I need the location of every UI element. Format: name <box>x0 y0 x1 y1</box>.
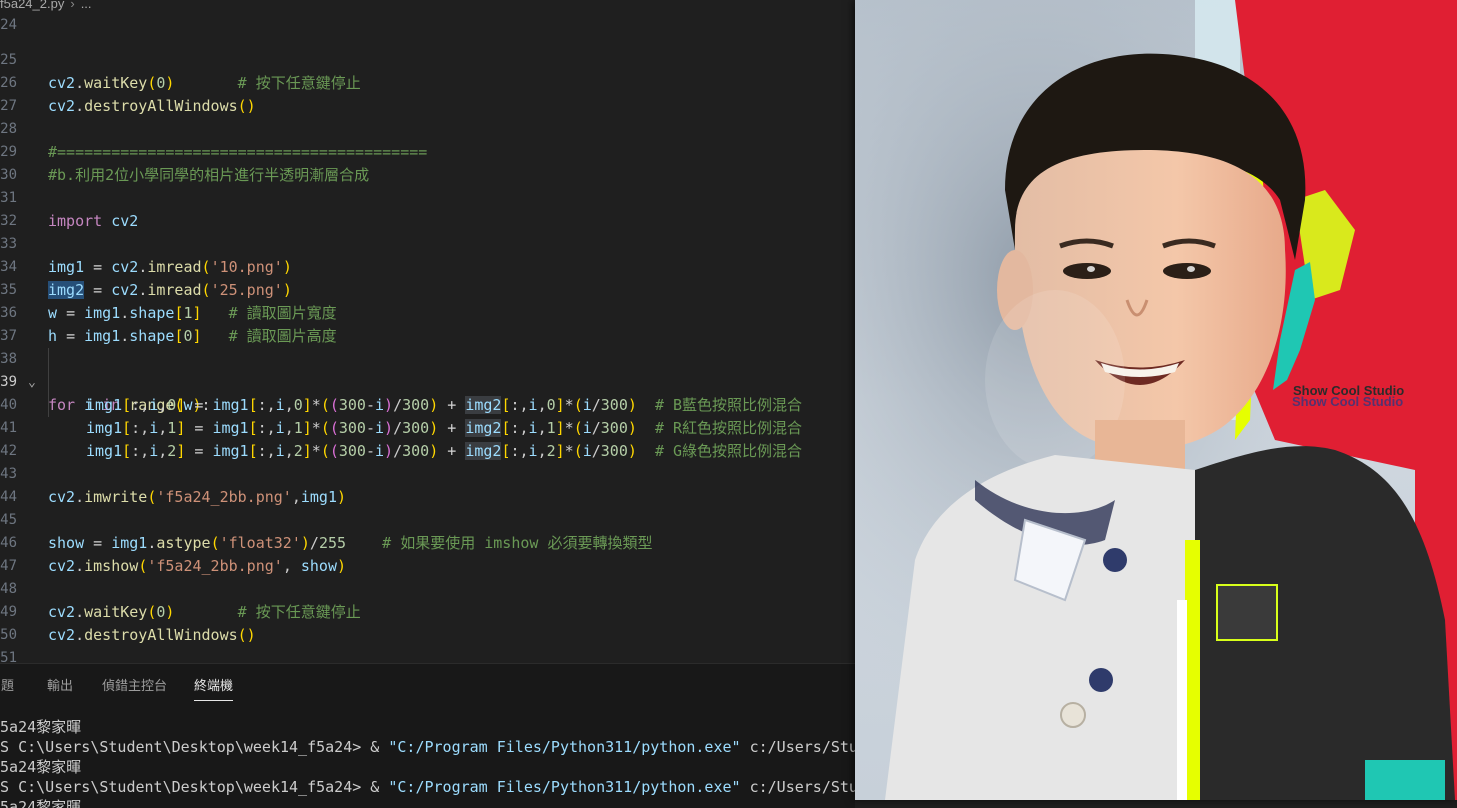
code-line[interactable]: 45 show = img1.astype('float32')/255 # 如… <box>0 486 855 552</box>
code-line[interactable]: 46 cv2.imshow('f5a24_2bb.png', show) <box>0 509 855 575</box>
code-line[interactable]: 30 <box>0 141 855 183</box>
code-line[interactable]: 38 ⌄ for i in range(w): <box>0 325 855 414</box>
tab-debug-console[interactable]: 偵錯主控台 <box>102 676 167 700</box>
code-line[interactable]: 48 cv2.waitKey(0) # 按下任意鍵停止 <box>0 555 855 621</box>
code-line[interactable]: 35 w = img1.shape[1] # 讀取圖片寬度 <box>0 256 855 322</box>
code-line[interactable]: 44 <box>0 463 855 505</box>
code-area[interactable]: 24 25 cv2.waitKey(0) # 按下任意鍵停止 26 cv2.de… <box>0 0 855 663</box>
chevron-right-icon: › <box>70 0 75 11</box>
tab-problems[interactable]: 問題 <box>0 676 14 700</box>
code-line[interactable]: 50 <box>0 601 855 643</box>
code-editor[interactable]: 24 25 cv2.waitKey(0) # 按下任意鍵停止 26 cv2.de… <box>0 0 855 663</box>
breadcrumb: f5a24_2.py ›... <box>0 0 855 14</box>
breadcrumb-more[interactable]: ... <box>81 0 92 11</box>
code-line[interactable]: 39 img1[:,i,0] = img1[:,i,0]*((300-i)/30… <box>0 348 855 414</box>
terminal-line[interactable]: f5a24黎家暉 <box>0 797 81 808</box>
terminal-line[interactable]: f5a24黎家暉 <box>0 757 81 777</box>
code-line[interactable]: 32 <box>0 187 855 229</box>
code-line[interactable]: 36 h = img1.shape[0] # 讀取圖片高度 <box>0 279 855 345</box>
code-line[interactable]: 40 img1[:,i,1] = img1[:,i,1]*((300-i)/30… <box>0 371 855 437</box>
terminal-line[interactable]: PS C:\Users\Student\Desktop\week14_f5a24… <box>0 777 855 797</box>
terminal-line[interactable]: PS C:\Users\Student\Desktop\week14_f5a24… <box>0 737 855 757</box>
code-line[interactable]: 51 <box>0 624 855 663</box>
imshow-window[interactable]: Show Cool Studio Show Cool Studio <box>855 0 1457 800</box>
terminal-line[interactable]: f5a24黎家暉 <box>0 717 81 737</box>
code-line[interactable]: 34 img2 = cv2.imread('25.png') <box>0 233 855 299</box>
code-line[interactable]: 52 <box>0 647 855 663</box>
code-line[interactable]: 28 #====================================… <box>0 95 855 161</box>
code-line[interactable]: 37 <box>0 302 855 344</box>
code-line[interactable]: 47 <box>0 532 855 574</box>
tab-output[interactable]: 輸出 <box>47 676 73 700</box>
code-line[interactable]: 25 cv2.waitKey(0) # 按下任意鍵停止 <box>0 26 855 92</box>
indent-guide <box>48 348 49 417</box>
watermark-text: Show Cool Studio <box>1292 394 1403 409</box>
code-line[interactable]: 26 cv2.destroyAllWindows() <box>0 49 855 115</box>
code-line[interactable]: 31 import cv2 <box>0 164 855 230</box>
tab-terminal[interactable]: 終端機 <box>194 676 234 701</box>
code-line[interactable]: 27 <box>0 72 855 114</box>
breadcrumb-file[interactable]: f5a24_2.py <box>0 0 64 11</box>
code-line[interactable]: 33 img1 = cv2.imread('10.png') <box>0 210 855 276</box>
code-line[interactable]: 42 <box>0 417 855 459</box>
code-line[interactable]: 29 #b.利用2位小學同學的相片進行半透明漸層合成 <box>0 118 855 184</box>
code-line[interactable]: 49 cv2.destroyAllWindows() <box>0 578 855 644</box>
code-line[interactable]: 41 img1[:,i,2] = img1[:,i,2]*((300-i)/30… <box>0 394 855 460</box>
blended-photo: Show Cool Studio Show Cool Studio <box>855 0 1457 800</box>
code-line[interactable]: 43 cv2.imwrite('f5a24_2bb.png',img1) <box>0 440 855 506</box>
terminal-panel: 問題 輸出 偵錯主控台 終端機 f5a24黎家暉 PS C:\Users\Stu… <box>0 663 855 808</box>
